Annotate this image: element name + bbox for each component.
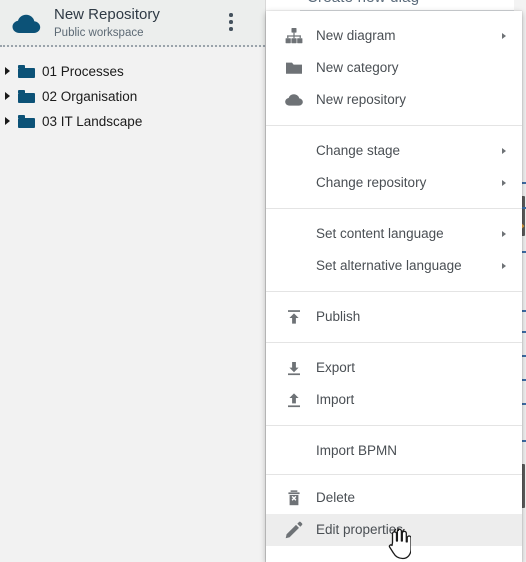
trash-icon [284, 488, 304, 508]
chevron-right-icon[interactable] [5, 67, 10, 75]
menu-spacer [266, 426, 522, 435]
menu-item-delete[interactable]: Delete [266, 482, 522, 514]
menu-item-import-bpmn[interactable]: Import BPMN [266, 435, 522, 467]
import-icon [284, 390, 304, 410]
chevron-right-icon[interactable] [5, 117, 10, 125]
menu-item-label: Publish [316, 309, 361, 324]
more-vertical-icon[interactable] [221, 13, 241, 35]
menu-item-change-stage[interactable]: Change stage [266, 135, 522, 167]
tree-item-01-processes[interactable]: 01 Processes [0, 59, 266, 84]
menu-item-publish[interactable]: Publish [266, 301, 522, 333]
menu-spacer [266, 282, 522, 291]
tree-item-02-organisation[interactable]: 02 Organisation [0, 84, 266, 109]
repository-header[interactable]: New Repository Public workspace [0, 0, 265, 47]
folder-icon [18, 65, 35, 78]
menu-item-import[interactable]: Import [266, 384, 522, 416]
sitemap-icon [284, 26, 304, 46]
submenu-arrow-icon [502, 148, 506, 154]
menu-spacer [266, 209, 522, 218]
menu-spacer [266, 199, 522, 208]
menu-spacer [266, 343, 522, 352]
menu-item-export[interactable]: Export [266, 352, 522, 384]
menu-item-label: Set alternative language [316, 258, 462, 273]
repository-tree: 01 Processes 02 Organisation 03 IT Lands… [0, 59, 266, 134]
menu-item-label: Change repository [316, 175, 427, 190]
publish-icon [284, 307, 304, 327]
menu-spacer [266, 292, 522, 301]
menu-item-label: Change stage [316, 143, 401, 158]
menu-item-label: New diagram [316, 28, 396, 43]
menu-item-label: Set content language [316, 226, 444, 241]
menu-item-set-content-language[interactable]: Set content language [266, 218, 522, 250]
background-page-title: Create new diag [307, 0, 419, 6]
submenu-arrow-icon [502, 180, 506, 186]
export-icon [284, 358, 304, 378]
menu-spacer [266, 467, 522, 474]
menu-item-new-repository[interactable]: New repository [266, 84, 522, 116]
context-menu: New diagram New category New repository [266, 11, 522, 562]
cloud-icon [12, 14, 42, 34]
app-root: Create new diag ◆ New [0, 0, 526, 562]
tree-item-label: 03 IT Landscape [42, 114, 143, 129]
menu-item-new-category[interactable]: New category [266, 52, 522, 84]
chevron-right-icon[interactable] [5, 92, 10, 100]
menu-item-label: Delete [316, 490, 356, 505]
pointing-hand-cursor [385, 528, 411, 560]
menu-item-change-repository[interactable]: Change repository [266, 167, 522, 199]
menu-spacer [266, 126, 522, 135]
repository-subtitle: Public workspace [54, 27, 144, 39]
menu-spacer [266, 475, 522, 482]
repository-labels: New Repository Public workspace [54, 5, 160, 41]
repository-title: New Repository [54, 6, 160, 23]
folder-icon [284, 58, 304, 78]
menu-spacer [266, 333, 522, 342]
menu-item-label: Import [316, 392, 355, 407]
menu-spacer [266, 416, 522, 425]
menu-item-label: New repository [316, 92, 407, 107]
submenu-arrow-icon [502, 231, 506, 237]
repository-sidebar: New Repository Public workspace 01 Proce… [0, 0, 266, 562]
menu-item-set-alternative-language[interactable]: Set alternative language [266, 250, 522, 282]
tree-item-label: 02 Organisation [42, 89, 138, 104]
submenu-arrow-icon [502, 33, 506, 39]
folder-icon [18, 115, 35, 128]
menu-spacer [266, 116, 522, 125]
menu-item-label: New category [316, 60, 399, 75]
menu-item-label: Import BPMN [316, 443, 398, 458]
submenu-arrow-icon [502, 263, 506, 269]
pencil-icon [284, 520, 304, 540]
cloud-icon [284, 90, 304, 110]
menu-item-new-diagram[interactable]: New diagram [266, 20, 522, 52]
menu-item-label: Export [316, 360, 356, 375]
tree-item-03-it-landscape[interactable]: 03 IT Landscape [0, 109, 266, 134]
menu-spacer [266, 11, 522, 20]
folder-icon [18, 90, 35, 103]
tree-item-label: 01 Processes [42, 64, 124, 79]
